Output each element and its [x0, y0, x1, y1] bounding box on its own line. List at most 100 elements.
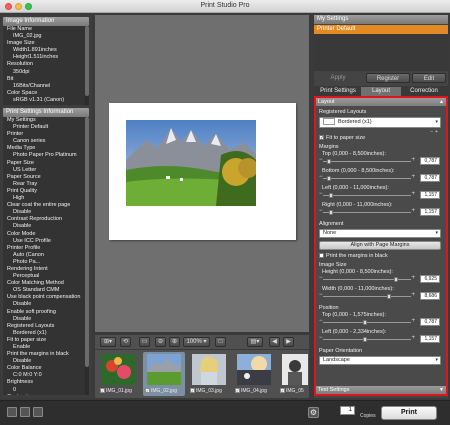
image-info-scrollbar[interactable]: [85, 26, 89, 105]
thumbnail-item[interactable]: ✓ IMG_01.jpg: [98, 352, 140, 396]
margin-top-slider[interactable]: − +: [319, 157, 415, 164]
zoom-in-icon[interactable]: ⊕: [169, 337, 180, 347]
image-info-line: 16Bits/Channel: [13, 82, 51, 89]
my-settings-list[interactable]: [314, 34, 448, 71]
fit-to-paper-checkbox[interactable]: ✓: [319, 135, 324, 141]
layout-settings-panel: Layout ▲ Registered Layouts Bordered (x1)…: [314, 96, 448, 396]
tab-correction[interactable]: Correction: [402, 87, 446, 96]
edit-button[interactable]: Edit: [412, 73, 446, 83]
previous-image-button[interactable]: ◀: [269, 337, 280, 347]
title-bar: Print Studio Pro: [0, 0, 450, 13]
margin-top-input[interactable]: 0,787: [420, 157, 440, 165]
zoom-out-icon[interactable]: ⊖: [155, 337, 166, 347]
print-settings-line: Photo Pa...: [13, 258, 41, 265]
gear-icon[interactable]: ⚙: [308, 407, 319, 418]
fit-to-paper-option[interactable]: ✓ Fit to paper size: [319, 135, 365, 141]
caret-down-icon: ▼: [439, 387, 444, 393]
register-button[interactable]: Register: [366, 73, 410, 83]
position-left-input[interactable]: 1,157: [420, 335, 440, 343]
print-settings-line: Enable: [13, 344, 31, 350]
margin-bottom-slider[interactable]: − +: [319, 174, 415, 181]
print-settings-line: Photo Paper Pro Platinum: [13, 152, 77, 159]
image-width-input[interactable]: 8,686: [420, 292, 440, 300]
single-view-icon[interactable]: [7, 407, 17, 417]
print-settings-line: My Settings: [7, 117, 36, 123]
image-info-header[interactable]: Image Information: [3, 17, 89, 26]
chevron-down-icon: ▾: [435, 357, 438, 363]
print-margins-black-option[interactable]: Print the margins in black: [319, 253, 388, 259]
thumbnail-checkbox[interactable]: ✓: [235, 388, 240, 394]
margin-bottom-input[interactable]: 0,787: [420, 174, 440, 182]
print-preview-area[interactable]: [95, 15, 309, 332]
print-settings-info-list: My Settings Printer Default Printer Canon s…: [3, 117, 89, 395]
chevron-down-icon: ▾: [435, 230, 438, 236]
print-settings-line: US Letter: [13, 166, 37, 173]
image-height-slider[interactable]: − +: [319, 275, 415, 282]
fit-page-button[interactable]: ▭: [139, 337, 150, 347]
thumbnail-checkbox[interactable]: ✓: [280, 388, 285, 394]
layout-view-button[interactable]: ⊞▾: [100, 337, 116, 347]
tab-layout[interactable]: Layout: [361, 87, 401, 96]
image-info-section: Image Information File Name IMG_02.jpg Ima…: [3, 17, 89, 105]
layout-section-header[interactable]: Layout ▲: [316, 98, 446, 106]
margin-right-label: Right (0,000 - 11,000inches):: [322, 202, 393, 208]
position-top-slider[interactable]: − +: [319, 318, 415, 325]
thumbnail-checkbox[interactable]: ✓: [145, 388, 150, 394]
my-settings-item-printer-default[interactable]: Printer Default: [314, 25, 448, 34]
layout-list-controls[interactable]: − +: [430, 129, 438, 135]
thumbnail-checkbox[interactable]: ✓: [190, 388, 195, 394]
image-height-input[interactable]: 6,925: [420, 275, 440, 283]
zoom-select[interactable]: 100% ▾: [183, 337, 210, 347]
apply-button[interactable]: Apply: [316, 73, 360, 83]
print-button[interactable]: Print: [381, 406, 437, 420]
print-settings-line: OS Standard CMM: [13, 287, 60, 294]
print-settings-line: Disable: [13, 209, 32, 216]
paper-sheet: [109, 103, 296, 240]
print-settings-line: Use ICC Profile: [13, 237, 51, 244]
thumbnail-label: IMG_02.jpg: [151, 388, 177, 394]
copies-label: Copies: [360, 413, 376, 419]
image-info-line: File Name: [7, 26, 33, 32]
print-settings-line: Perceptual: [13, 273, 40, 280]
position-top-input[interactable]: 0,787: [420, 318, 440, 326]
print-settings-line: Paper Size: [7, 159, 34, 166]
paper-orientation-select[interactable]: Landscape ▾: [319, 356, 441, 365]
preview-photo[interactable]: [126, 120, 256, 206]
margin-left-slider[interactable]: − +: [319, 191, 415, 198]
print-settings-line: Print the margins in black: [7, 351, 69, 358]
print-settings-scrollbar[interactable]: [85, 117, 89, 395]
thumbnail-checkbox[interactable]: ✓: [100, 388, 105, 394]
margin-right-input[interactable]: 1,157: [420, 208, 440, 216]
margin-right-slider[interactable]: − +: [319, 208, 415, 215]
print-settings-line: Contrast Reproduction: [7, 216, 63, 223]
tab-print-settings[interactable]: Print Settings: [316, 87, 360, 96]
print-settings-line: Rendering Intent: [7, 265, 48, 272]
text-settings-header[interactable]: Text Settings ▼: [316, 386, 446, 394]
thumbnail-item[interactable]: ✓ IMG_02.jpg: [143, 352, 185, 396]
print-settings-info-header[interactable]: Print Settings Information: [3, 108, 89, 117]
print-margins-black-checkbox[interactable]: [319, 253, 324, 259]
image-width-slider[interactable]: − +: [319, 292, 415, 299]
split-view-icon[interactable]: [20, 407, 30, 417]
print-settings-line: Clear coat the entire page: [7, 202, 71, 209]
next-image-button[interactable]: ▶: [283, 337, 294, 347]
rotate-button[interactable]: ⟲: [120, 337, 131, 347]
compare-view-icon[interactable]: [33, 407, 43, 417]
position-left-slider[interactable]: − +: [319, 335, 415, 342]
registered-layouts-label: Registered Layouts: [319, 109, 367, 115]
alignment-select[interactable]: None ▾: [319, 229, 441, 238]
thumbnail-item[interactable]: ✓ IMG_03.jpg: [188, 352, 230, 396]
print-settings-line: 0: [13, 386, 17, 393]
margin-left-input[interactable]: 1,157: [420, 191, 440, 199]
copies-input[interactable]: 1: [340, 406, 355, 415]
actual-size-button[interactable]: □: [215, 337, 226, 347]
print-settings-line: Brightness: [7, 379, 33, 386]
margin-top-label: Top (0,000 - 8,500inches):: [322, 151, 386, 157]
thumbnail-item[interactable]: ✓ IMG_04.jpg: [233, 352, 275, 396]
align-page-margins-button[interactable]: Align with Page Margins: [319, 241, 441, 250]
window-title: Print Studio Pro: [200, 2, 250, 9]
thumbnail-label: IMG_05: [286, 388, 304, 394]
registered-layouts-select[interactable]: Bordered (x1) ▾: [319, 117, 441, 128]
image-view-button[interactable]: ▤▾: [247, 337, 263, 347]
thumbnail-item[interactable]: ✓ IMG_05: [278, 352, 308, 396]
